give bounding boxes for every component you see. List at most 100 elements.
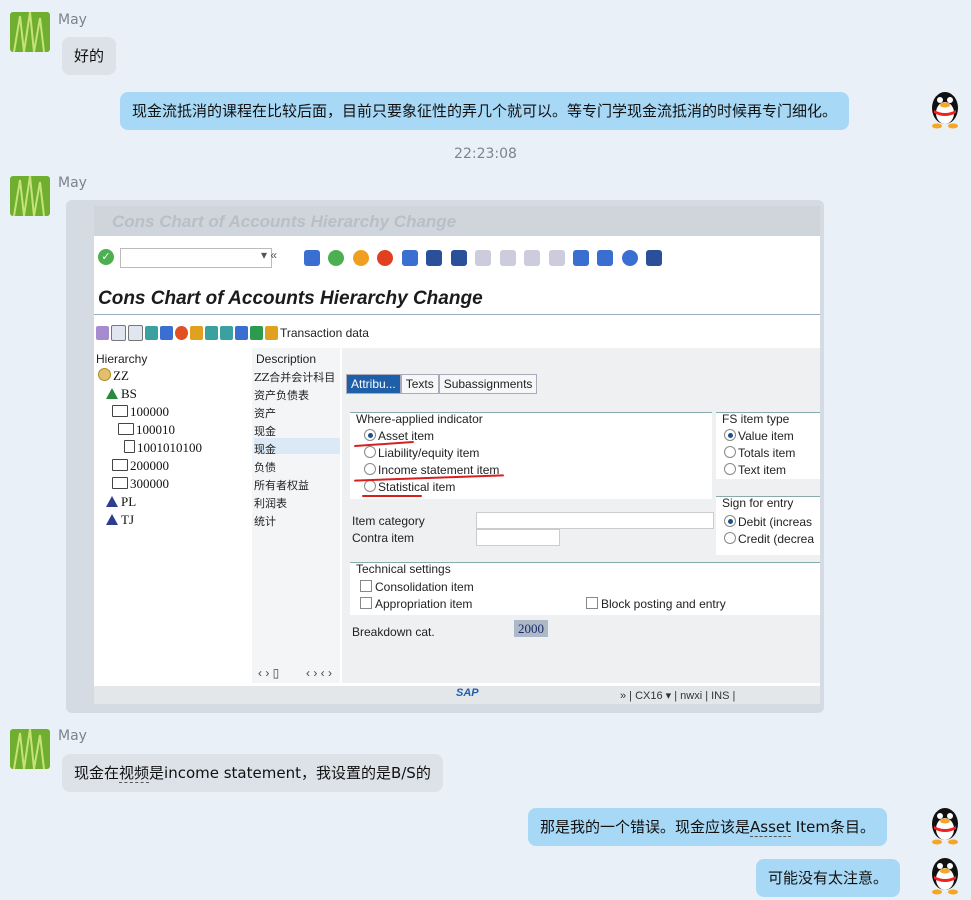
group-title: Sign for entry (722, 496, 794, 510)
tree-node: ZZ (98, 368, 129, 384)
folder-icon (112, 477, 128, 489)
copy-icon (128, 324, 143, 341)
reassign-icon (250, 325, 263, 340)
message-bubble[interactable]: 现金流抵消的课程在比较后面，目前只要象征性的弄几个就可以。等专门学现金流抵消的时… (120, 92, 850, 130)
hierarchy-tree: Hierarchy Description ZZ ZZ合并会计科目 BS 资产负… (94, 348, 340, 683)
delete-icon (160, 325, 173, 340)
tree-node-selected: 1001010100 (124, 440, 202, 456)
tree-node-description: 资产负债表 (254, 389, 309, 402)
last-page-icon (548, 249, 565, 266)
tree-node-description: 现金 (254, 425, 276, 438)
red-annotation-line (362, 495, 422, 497)
where-applied-group: Where-applied indicator Asset item Liabi… (350, 412, 712, 499)
node-icon (190, 325, 203, 340)
penguin-avatar-icon[interactable] (927, 88, 963, 130)
collapse-icon (220, 325, 233, 340)
grass-avatar-image (10, 12, 50, 52)
tree-node: 300000 (112, 476, 169, 492)
message-bubble[interactable]: 现金在视频是income statement，我设置的是B/S的 (62, 754, 443, 792)
transaction-data-label: Transaction data (280, 325, 369, 340)
group-title: Technical settings (356, 562, 451, 576)
sender-name: May (58, 12, 87, 28)
message-bubble[interactable]: 好的 (62, 37, 117, 75)
tab-attributes: Attribu... (346, 374, 401, 394)
toolbar-icons (304, 249, 666, 267)
detail-panel: Attribu... Texts Subassignments Where-appl… (342, 348, 820, 683)
new-icon (111, 324, 126, 341)
move-icon (235, 325, 248, 340)
sap-window-title: Cons Chart of Accounts Hierarchy Change (112, 212, 457, 231)
technical-settings-group: Technical settings Consolidation item Ap… (350, 562, 820, 615)
sap-status-bar: SAP » | CX16 ▾ | nwxi | INS | (94, 686, 820, 704)
radio-text-item: Text item (724, 463, 786, 477)
hierarchy-node-icon (106, 514, 118, 525)
sender-name: May (58, 728, 87, 744)
help-icon (621, 249, 638, 266)
hierarchy-node-icon (106, 496, 118, 507)
open-folder-icon (112, 405, 128, 417)
folder-icon (112, 459, 128, 471)
tree-node-description: 现金 (254, 443, 276, 456)
sap-title-bar: Cons Chart of Accounts Hierarchy Change (94, 206, 820, 236)
divider (94, 314, 820, 315)
tree-node: 100000 (112, 404, 169, 420)
tree-node-description: 资产 (254, 407, 276, 420)
contra-item-field (476, 529, 560, 546)
print-icon (401, 249, 418, 266)
expand-icon (205, 325, 218, 340)
breakdown-category-value: 2000 (514, 620, 548, 637)
application-toolbar: Transaction data (96, 324, 369, 344)
root-node-icon (98, 368, 111, 381)
contact-avatar[interactable] (10, 12, 50, 52)
back-icon (328, 249, 345, 266)
first-page-icon (475, 249, 492, 266)
contact-avatar[interactable] (10, 729, 50, 769)
timestamp: 22:23:08 (454, 146, 517, 162)
find-icon (426, 249, 443, 266)
save-icon (304, 249, 320, 266)
tree-node: 100010 (118, 422, 175, 438)
fs-item-type-group: FS item type Value item Totals item Text… (716, 412, 820, 479)
transaction-icon (265, 325, 278, 340)
message-bubble[interactable]: 可能没有太注意。 (756, 859, 901, 897)
message-bubble[interactable]: 那是我的一个错误。现金应该是Asset Item条目。 (528, 808, 887, 846)
tree-node: PL (106, 494, 136, 510)
open-folder-icon (118, 423, 134, 435)
item-category-label: Item category (352, 514, 425, 528)
penguin-avatar-icon[interactable] (927, 804, 963, 846)
radio-value-item: Value item (724, 429, 794, 443)
next-page-icon (524, 249, 541, 266)
tree-node: BS (106, 386, 137, 402)
sap-logo: SAP (456, 687, 479, 699)
radio-debit: Debit (increas (724, 515, 812, 529)
find-next-icon (450, 249, 467, 266)
tree-scroll-nav: ‹ › ▯ (258, 666, 280, 680)
tab-texts: Texts (400, 374, 439, 394)
checkbox-block-posting: Block posting and entry (586, 597, 726, 611)
tree-node-description: 统计 (254, 515, 276, 528)
prev-page-icon (499, 249, 516, 266)
sap-system-toolbar: ✓ ▾ « (94, 242, 820, 272)
tree-scroll-nav: ‹ › ‹ › (306, 666, 332, 680)
tree-node: 200000 (112, 458, 169, 474)
radio-totals-item: Totals item (724, 446, 795, 460)
structure-icon (145, 325, 158, 340)
item-category-dropdown (476, 512, 714, 529)
edit-icon (96, 325, 109, 340)
sender-name: May (58, 175, 87, 191)
status-info: » | CX16 ▾ | nwxi | INS | (620, 690, 736, 702)
contact-avatar[interactable] (10, 176, 50, 216)
contra-item-label: Contra item (352, 531, 415, 545)
exit-icon (352, 249, 369, 266)
nav-arrows: ▾ « (261, 248, 278, 262)
grass-avatar-image (10, 729, 50, 769)
radio-credit: Credit (decrea (724, 532, 814, 546)
tree-node-description: 负债 (254, 461, 276, 474)
tree-node: TJ (106, 512, 134, 528)
breakdown-category-label: Breakdown cat. (352, 625, 435, 639)
tab-strip: Attribu... Texts Subassignments (346, 374, 538, 394)
command-field (120, 248, 272, 268)
penguin-avatar-icon[interactable] (927, 854, 963, 896)
tree-node-description: ZZ合并会计科目 (254, 371, 336, 384)
group-title: FS item type (722, 412, 790, 426)
